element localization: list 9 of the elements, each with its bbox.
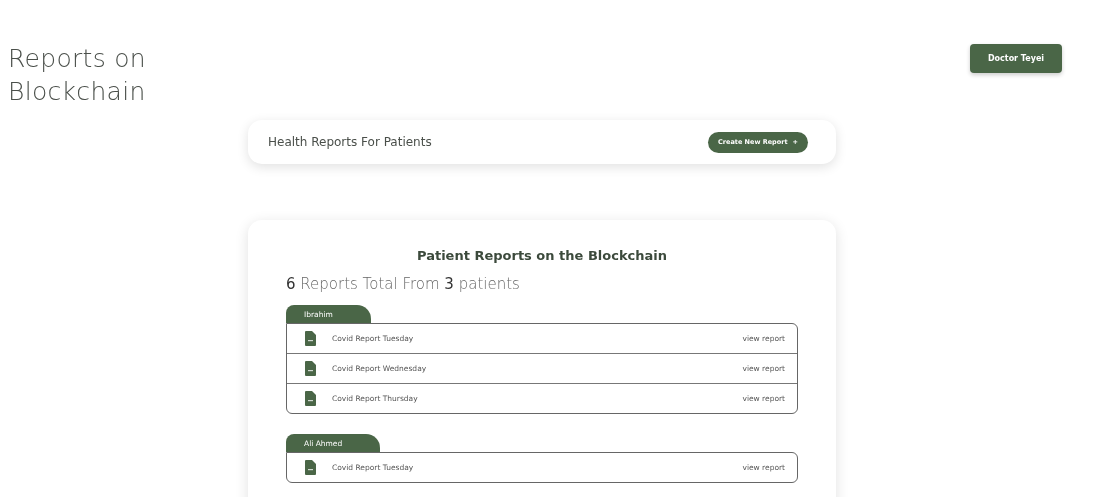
file-icon	[305, 460, 316, 475]
user-button[interactable]: Doctor Teyei	[970, 44, 1062, 73]
toolbar-title: Health Reports For Patients	[268, 135, 432, 149]
file-icon	[305, 391, 316, 406]
reports-summary: 6 Reports Total From 3 patients	[286, 275, 521, 293]
file-icon	[305, 331, 316, 346]
page-title: Reports on Blockchain	[8, 43, 147, 108]
card-title: Patient Reports on the Blockchain	[416, 248, 668, 263]
file-icon	[305, 361, 316, 376]
